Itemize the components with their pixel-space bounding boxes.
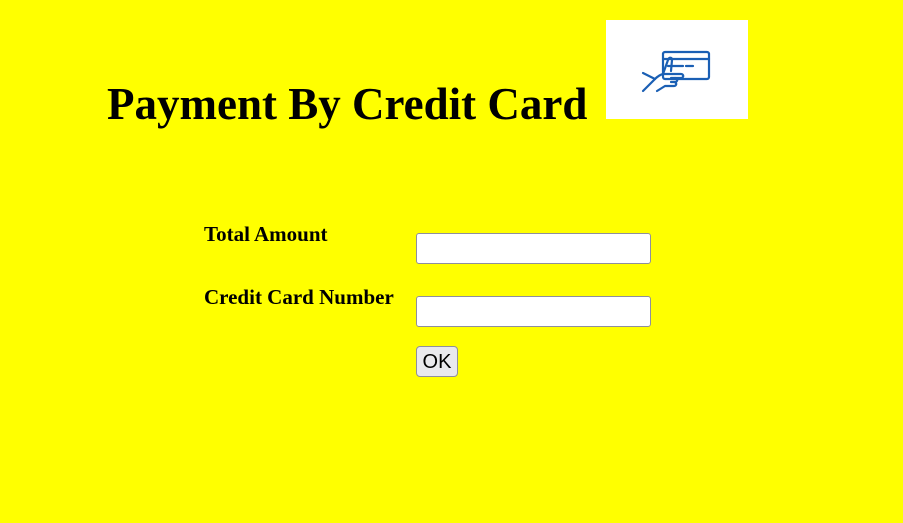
credit-card-number-input[interactable] bbox=[416, 296, 651, 327]
hand-holding-credit-card-icon bbox=[641, 50, 711, 92]
ok-button[interactable]: OK bbox=[416, 346, 458, 377]
page-title: Payment By Credit Card bbox=[107, 79, 588, 129]
credit-card-number-label: Credit Card Number bbox=[204, 285, 394, 309]
total-amount-label: Total Amount bbox=[204, 222, 328, 246]
total-amount-input[interactable] bbox=[416, 233, 651, 264]
credit-card-image bbox=[606, 20, 748, 119]
